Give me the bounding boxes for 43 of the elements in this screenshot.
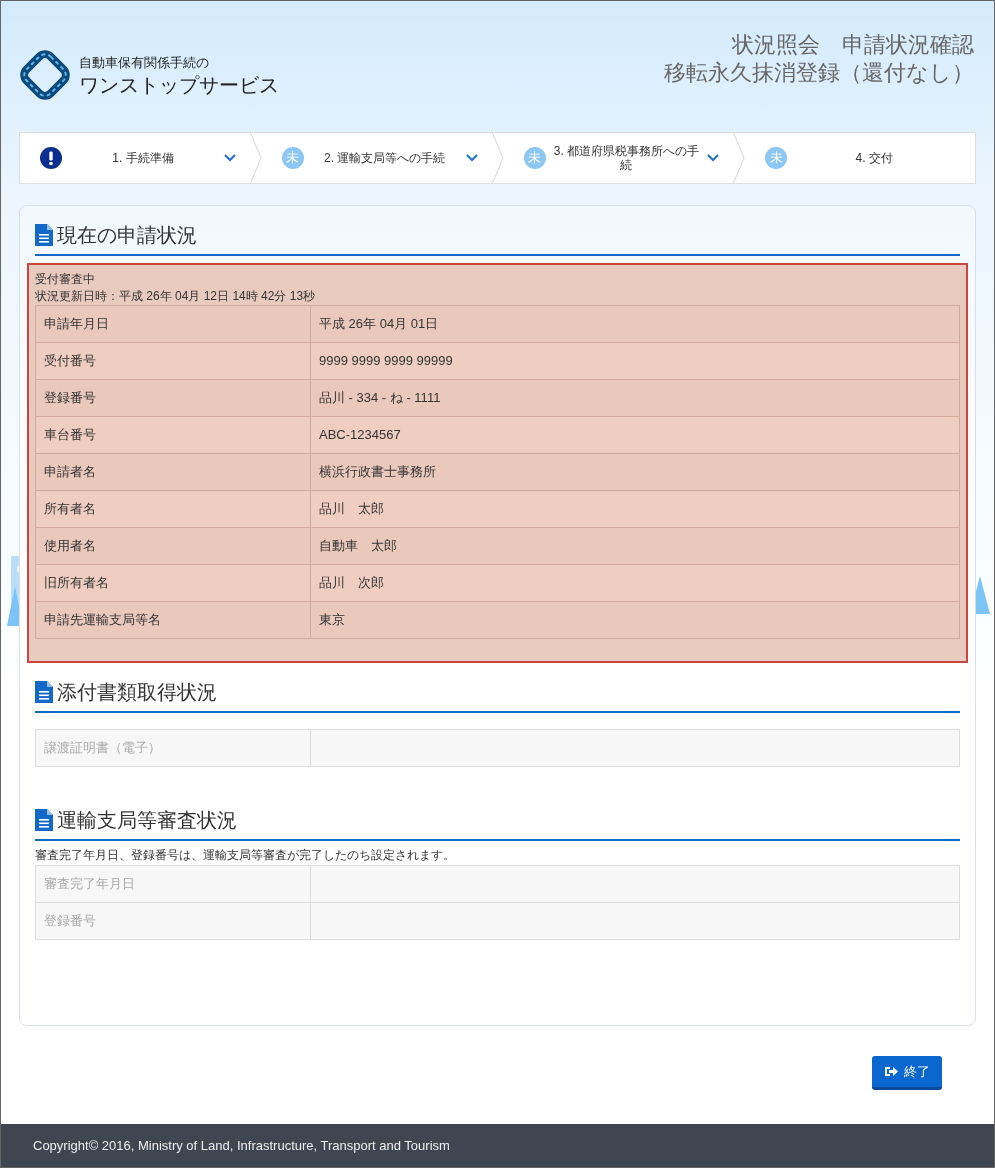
step-label: 1. 手続準備: [112, 150, 174, 165]
status-text: 受付審査中: [35, 270, 96, 287]
step-label: 3. 都道府県税事務所への手続: [552, 143, 701, 172]
chevron-down-icon: [223, 153, 236, 162]
chevron-down-icon: [465, 153, 478, 162]
value-cell: ABC-1234567: [311, 416, 959, 453]
step-tab[interactable]: 未 3. 都道府県税事務所への手続: [503, 132, 734, 183]
logo-icon: [19, 49, 71, 102]
pending-badge: 未: [765, 146, 788, 169]
label-cell: 所有者名: [36, 490, 311, 527]
value-cell: 9999 9999 9999 99999: [311, 342, 959, 379]
section-title: 運輸支局等審査状況: [57, 807, 237, 833]
step-label: 4. 交付: [855, 150, 893, 165]
section-title: 添付書類取得状況: [57, 679, 217, 705]
alert-icon: [40, 146, 62, 169]
step-tab[interactable]: 未 2. 運輸支局等への手続: [261, 132, 492, 183]
document-icon: [35, 808, 53, 831]
label-cell: 審査完了年月日: [36, 865, 311, 902]
label-cell: 旧所有者名: [36, 564, 311, 601]
note-text: 審査完了年月日、登録番号は、運輸支局等審査が完了したのち設定されます。: [35, 846, 456, 863]
end-button[interactable]: 終了: [872, 1056, 942, 1091]
exit-icon: [884, 1066, 898, 1078]
document-icon: [35, 680, 53, 703]
updated-time: 状況更新日時：平成 26年 04月 12日 14時 42分 13秒: [35, 287, 317, 305]
page-subtitle: 移転永久抹消登録（還付なし）: [664, 59, 974, 87]
label-cell: 譲渡証明書（電子）: [36, 729, 311, 766]
step-tab[interactable]: 未 4. 交付: [745, 132, 975, 183]
value-cell: 品川 太郎: [311, 490, 959, 527]
pending-badge: 未: [523, 146, 546, 169]
section-title: 現在の申請状況: [57, 222, 197, 248]
logo-title: ワンストップサービス: [79, 72, 279, 98]
copyright-text: Copyright© 2016, Ministry of Land, Infrastructure, Transport and Tourism: [33, 1136, 450, 1155]
label-cell: 受付番号: [36, 342, 311, 379]
logo-subtitle: 自動車保有関係手続の: [79, 54, 210, 73]
page-title: 状況照会 申請状況確認: [732, 31, 974, 59]
step-label: 2. 運輸支局等への手続: [323, 150, 446, 165]
pending-badge: 未: [281, 146, 304, 169]
chevron-down-icon: [707, 153, 720, 162]
label-cell: 登録番号: [36, 902, 311, 939]
value-cell: 品川 次郎: [311, 564, 959, 601]
document-icon: [35, 223, 53, 246]
step-tab[interactable]: 1. 手続準備: [20, 132, 250, 183]
label-cell: 車台番号: [36, 416, 311, 453]
